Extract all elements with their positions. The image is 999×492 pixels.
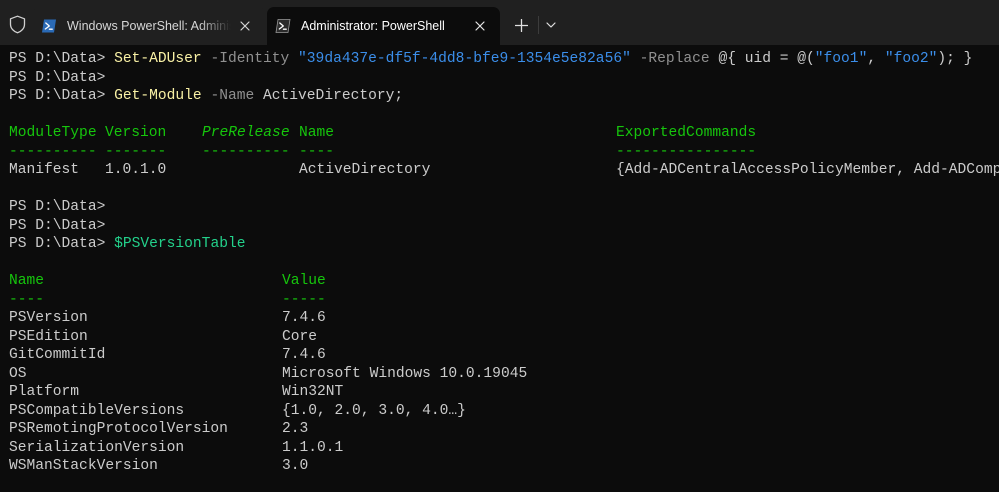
string-literal: "foo2": [884, 51, 938, 67]
property-name-cell: WSManStackVersion: [9, 458, 158, 474]
version-table-body: PSVersion 7.4.6 PSEdition Core GitCommitId 7.…: [9, 309, 999, 476]
version-table-row: Platform Win32NT: [9, 383, 999, 402]
parameter: -Replace: [639, 51, 710, 67]
property-name-cell: Platform: [9, 384, 80, 400]
property-value-cell: 1.1.0.1: [282, 439, 344, 456]
cmdlet: Get-Module: [114, 88, 202, 104]
property-name-cell: PSEdition: [9, 328, 88, 345]
property-value-cell: 7.4.6: [282, 310, 326, 326]
cmdlet: Set-ADUser: [114, 51, 202, 67]
name-cell: ActiveDirectory: [299, 162, 431, 178]
variable: $PSVersionTable: [114, 236, 246, 252]
hashtable-close: ); }: [937, 51, 973, 67]
exported-commands-cell: {Add-ADCentralAccessPolicyMember, Add-AD…: [616, 162, 999, 178]
tab-separator: [538, 16, 539, 34]
header-underline: -------: [105, 143, 167, 160]
parameter: -Identity: [210, 51, 290, 67]
terminal-line: PS D:\Data> $PSVersionTable: [9, 235, 999, 254]
version-table-row: PSVersion 7.4.6: [9, 309, 999, 328]
terminal-line: PS D:\Data>: [9, 198, 999, 217]
module-table-underline: ---------- ------- ---------- ---- -----…: [9, 143, 999, 162]
version-table-row: PSCompatibleVersions {1.0, 2.0, 3.0, 4.0……: [9, 402, 999, 421]
separator: ,: [867, 51, 885, 67]
string-literal: "foo1": [814, 51, 868, 67]
version-table-underline: ---- -----: [9, 291, 999, 310]
module-table-row: Manifest 1.0.1.0 ActiveDirectory {Add-AD…: [9, 161, 999, 180]
header-underline: ----------: [202, 143, 290, 160]
close-icon[interactable]: [466, 12, 494, 40]
hashtable-open: @{ uid = @(: [718, 51, 815, 67]
argument: ActiveDirectory;: [263, 88, 404, 104]
property-name-cell: PSCompatibleVersions: [9, 402, 185, 419]
header-underline: ----: [9, 291, 45, 308]
prompt: PS D:\Data>: [9, 88, 106, 104]
column-header: Name: [299, 125, 335, 141]
version-table-row: OS Microsoft Windows 10.0.19045: [9, 365, 999, 384]
version-table-header: Name Value: [9, 272, 999, 291]
version-cell: 1.0.1.0: [105, 162, 167, 178]
terminal-line: PS D:\Data>: [9, 69, 999, 88]
header-underline: ----------: [9, 143, 97, 160]
property-value-cell: Core: [282, 328, 318, 345]
tab-administrator-powershell[interactable]: Administrator: PowerShell: [267, 7, 500, 45]
property-value-cell: 7.4.6: [282, 347, 326, 363]
version-table-row: GitCommitId 7.4.6: [9, 346, 999, 365]
property-name-cell: SerializationVersion: [9, 439, 185, 456]
profile-dropdown-button[interactable]: [541, 13, 561, 37]
module-table-header: ModuleType Version PreRelease Name Expor…: [9, 124, 999, 143]
terminal-line: PS D:\Data> Get-Module -Name ActiveDirec…: [9, 87, 999, 106]
shield-icon: [9, 15, 26, 34]
property-value-cell: Win32NT: [282, 384, 344, 400]
column-header: Value: [282, 273, 326, 289]
header-underline: ----: [299, 143, 335, 160]
version-table-row: WSManStackVersion 3.0: [9, 457, 999, 476]
property-name-cell: PSRemotingProtocolVersion: [9, 421, 228, 437]
column-header: ExportedCommands: [616, 125, 757, 141]
column-header: PreRelease: [202, 125, 290, 141]
property-name-cell: OS: [9, 365, 27, 382]
terminal-output[interactable]: PS D:\Data> Set-ADUser -Identity "39da43…: [9, 50, 999, 492]
property-value-cell: 2.3: [282, 421, 309, 437]
column-header: ModuleType: [9, 125, 97, 141]
module-type-cell: Manifest: [9, 162, 80, 178]
header-underline: -----: [282, 291, 326, 308]
tab-bar: Windows PowerShell: Administrator: Windo…: [0, 0, 999, 45]
parameter: -Name: [210, 88, 255, 104]
property-value-cell: {1.0, 2.0, 3.0, 4.0…}: [282, 402, 466, 419]
tab-label: Administrator: PowerShell: [301, 19, 445, 33]
version-table-row: PSEdition Core: [9, 328, 999, 347]
terminal-line: PS D:\Data>: [9, 217, 999, 236]
terminal-line: PS D:\Data> Set-ADUser -Identity "39da43…: [9, 50, 999, 69]
string-literal: "39da437e-df5f-4dd8-bfe9-1354e5e82a56": [298, 51, 631, 67]
tab-windows-powershell[interactable]: Windows PowerShell: Administrator: Windo…: [33, 7, 265, 45]
version-table-row: SerializationVersion 1.1.0.1: [9, 439, 999, 458]
plus-icon: [514, 18, 528, 32]
header-underline: ----------------: [616, 143, 757, 160]
property-value-cell: Microsoft Windows 10.0.19045: [282, 365, 528, 382]
column-header: Name: [9, 273, 45, 289]
column-header: Version: [105, 125, 167, 141]
property-name-cell: PSVersion: [9, 310, 88, 326]
tab-label: Windows PowerShell: Administrator: Windo…: [67, 19, 231, 33]
chevron-down-icon: [546, 22, 556, 28]
prompt: PS D:\Data>: [9, 51, 106, 67]
version-table-row: PSRemotingProtocolVersion 2.3: [9, 420, 999, 439]
property-value-cell: 3.0: [282, 458, 309, 474]
close-icon[interactable]: [231, 12, 259, 40]
powershell-icon: [275, 19, 291, 33]
new-tab-button[interactable]: [508, 13, 534, 37]
powershell-icon: [42, 19, 56, 33]
property-name-cell: GitCommitId: [9, 347, 106, 363]
prompt: PS D:\Data>: [9, 69, 106, 86]
